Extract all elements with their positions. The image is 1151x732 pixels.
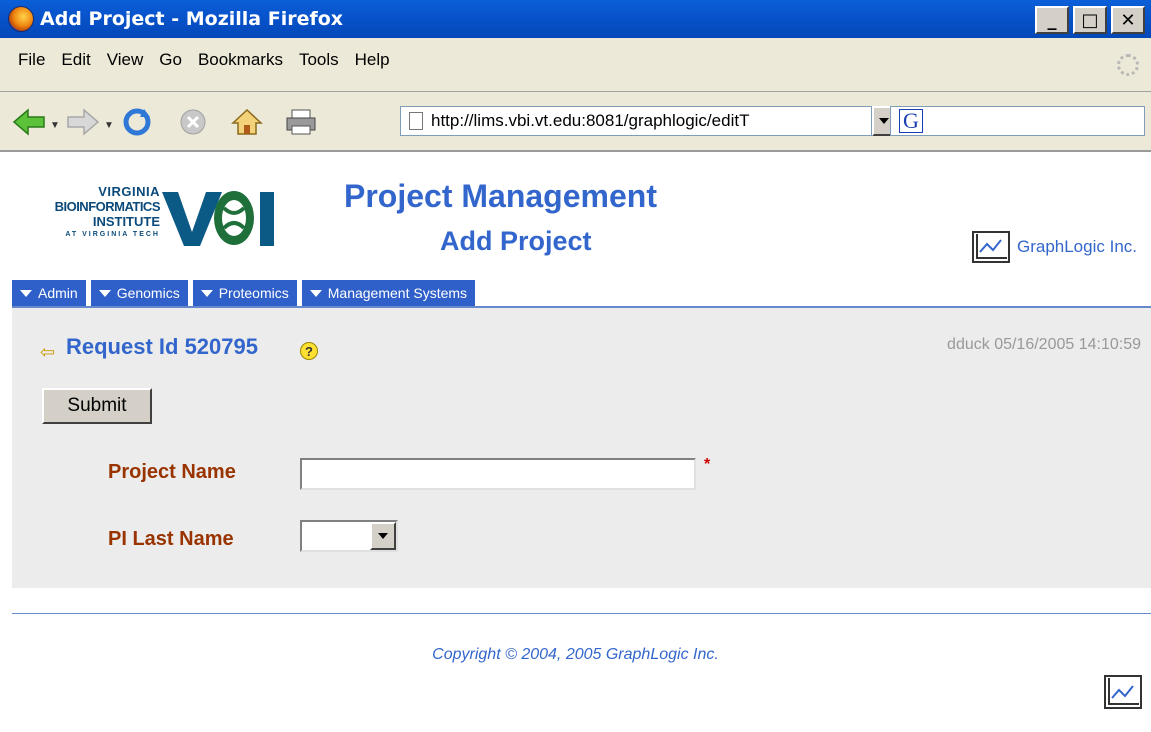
back-link-arrow-icon[interactable]: ⇦ (40, 342, 55, 363)
menu-bar: File Edit View Go Bookmarks Tools Help (0, 38, 1151, 92)
logo-line-2: BIOINFORMATICS (54, 199, 161, 214)
forward-arrow-icon[interactable] (66, 107, 100, 137)
menu-edit[interactable]: Edit (55, 50, 96, 70)
stop-icon[interactable] (176, 107, 210, 137)
window-titlebar: Add Project - Mozilla Firefox _ □ ✕ (0, 0, 1151, 38)
nav-menu: Admin Genomics Proteomics Management Sys… (12, 280, 480, 306)
project-name-input[interactable] (300, 458, 696, 490)
print-icon[interactable] (284, 107, 318, 137)
nav-tab-genomics[interactable]: Genomics (90, 280, 189, 306)
user-timestamp: dduck 05/16/2005 14:10:59 (947, 336, 1141, 353)
web-page: VIRGINIA BIOINFORMATICS INSTITUTE AT VIR… (0, 154, 1151, 732)
nav-tab-management-systems[interactable]: Management Systems (301, 280, 477, 306)
menu-bookmarks[interactable]: Bookmarks (192, 50, 289, 70)
menu-view[interactable]: View (101, 50, 150, 70)
menu-go[interactable]: Go (153, 50, 188, 70)
graphlogic-logo[interactable]: GraphLogic Inc. (971, 230, 1137, 264)
select-dropdown-button[interactable] (370, 522, 396, 550)
logo-line-3: INSTITUTE (92, 214, 160, 229)
chevron-down-icon (98, 289, 111, 297)
pi-last-name-label: PI Last Name (108, 528, 234, 550)
menu-file[interactable]: File (12, 50, 51, 70)
nav-tab-admin[interactable]: Admin (12, 280, 87, 306)
menu-help[interactable]: Help (349, 50, 396, 70)
nav-tab-label: Admin (38, 285, 78, 301)
nav-tab-label: Proteomics (218, 285, 289, 301)
forward-dropdown-icon[interactable]: ▼ (104, 120, 114, 131)
page-icon (409, 112, 423, 130)
vbi-mark-icon (162, 191, 274, 246)
required-mark: * (704, 456, 711, 473)
chevron-down-icon (879, 118, 889, 124)
footer-divider (12, 613, 1151, 614)
chevron-down-icon (378, 533, 388, 539)
nav-tab-label: Management Systems (327, 285, 468, 301)
vbi-logo[interactable]: VIRGINIA BIOINFORMATICS INSTITUTE AT VIR… (10, 184, 280, 252)
search-input[interactable]: G (890, 106, 1145, 136)
form-panel: ⇦ Request Id 520795 ? dduck 05/16/2005 1… (12, 308, 1151, 588)
maximize-button[interactable]: □ (1073, 6, 1107, 34)
chevron-down-icon (200, 289, 213, 297)
nav-tab-label: Genomics (116, 285, 180, 301)
chevron-down-icon (20, 289, 32, 297)
back-dropdown-icon[interactable]: ▼ (50, 120, 60, 131)
reload-icon[interactable] (120, 107, 154, 137)
address-bar[interactable]: http://lims.vbi.vt.edu:8081/graphlogic/e… (400, 106, 872, 136)
google-search-icon[interactable]: G (899, 108, 923, 133)
vbi-logo-text: VIRGINIA BIOINFORMATICS INSTITUTE AT VIR… (10, 184, 161, 238)
pi-last-name-select[interactable] (300, 520, 398, 552)
graphlogic-icon (971, 231, 1010, 263)
back-arrow-icon[interactable] (12, 107, 46, 137)
throbber-icon (1117, 54, 1139, 76)
graphlogic-footer-icon[interactable] (1103, 674, 1143, 710)
minimize-button[interactable]: _ (1035, 6, 1069, 34)
firefox-icon (8, 6, 34, 32)
copyright-text: Copyright © 2004, 2005 GraphLogic Inc. (432, 646, 719, 663)
help-icon[interactable]: ? (300, 342, 318, 360)
page-title: Project Management (344, 178, 657, 214)
home-icon[interactable] (230, 107, 264, 137)
graphlogic-name: GraphLogic Inc. (1016, 237, 1137, 256)
chevron-down-icon (309, 289, 322, 297)
nav-tab-proteomics[interactable]: Proteomics (192, 280, 298, 306)
address-url[interactable]: http://lims.vbi.vt.edu:8081/graphlogic/e… (431, 111, 861, 131)
window-title: Add Project - Mozilla Firefox (40, 8, 344, 30)
project-name-label: Project Name (108, 461, 236, 483)
menu-tools[interactable]: Tools (293, 50, 345, 70)
close-button[interactable]: ✕ (1111, 6, 1145, 34)
window-controls: _ □ ✕ (1035, 6, 1145, 34)
navigation-toolbar: ▼ ▼ http://lims.vbi.vt.edu:8081/graphlog… (0, 92, 1151, 152)
logo-line-4: AT VIRGINIA TECH (65, 231, 160, 238)
page-subtitle: Add Project (440, 226, 592, 256)
logo-line-1: VIRGINIA (98, 184, 160, 199)
submit-button[interactable]: Submit (42, 388, 152, 424)
request-id[interactable]: Request Id 520795 (66, 334, 258, 360)
